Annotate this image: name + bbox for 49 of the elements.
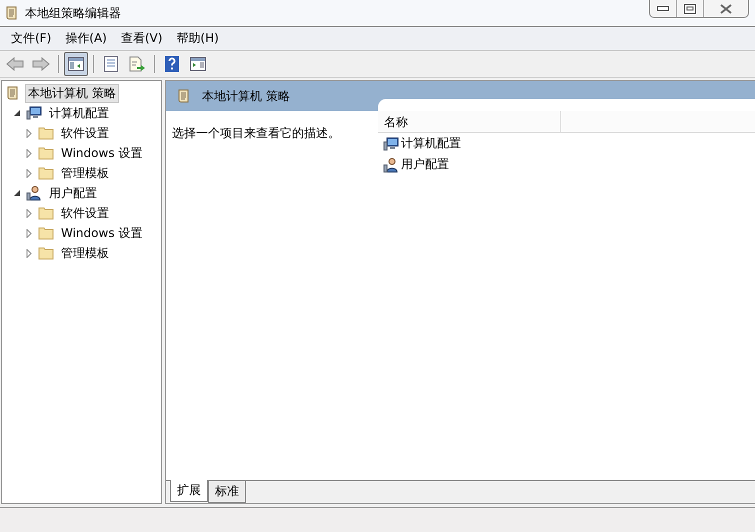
tree-item[interactable]: 软件设置 (58, 124, 112, 142)
tree-item[interactable]: 软件设置 (58, 204, 112, 222)
minimize-icon (657, 6, 669, 12)
close-icon (720, 4, 732, 14)
menu-item[interactable]: 查看(V) (114, 30, 170, 47)
window-title: 本地组策略编辑器 (25, 4, 121, 22)
panes-icon (190, 57, 206, 71)
back-arrow-icon (6, 57, 24, 71)
maximize-icon (684, 4, 696, 14)
expand-arrow-icon[interactable] (25, 148, 34, 158)
menu-item[interactable]: 操作(A) (58, 30, 114, 47)
tree-item[interactable]: 管理模板 (58, 164, 112, 182)
expand-arrow-icon[interactable] (25, 228, 34, 238)
expand-arrow-icon[interactable] (25, 128, 34, 138)
header-title: 本地计算机 策略 (202, 88, 290, 104)
forward-arrow-icon (32, 57, 50, 71)
computer-icon (26, 105, 42, 121)
tree-toggle-button[interactable] (64, 52, 88, 76)
folder-icon (38, 165, 54, 181)
export-icon (129, 56, 145, 72)
tab[interactable]: 扩展 (170, 480, 208, 502)
user-icon (383, 156, 399, 172)
tree-item[interactable]: 管理模板 (58, 244, 112, 262)
collapse-arrow-icon[interactable] (13, 188, 22, 198)
description-text: 选择一个项目来查看它的描述。 (172, 126, 340, 140)
tree-item[interactable]: Windows 设置 (58, 144, 146, 162)
document-icon (104, 56, 118, 72)
menu-item[interactable]: 帮助(H) (169, 30, 226, 47)
tab[interactable]: 标准 (208, 481, 246, 503)
user-icon (26, 185, 42, 201)
panes-icon (68, 57, 84, 71)
help-icon (165, 56, 179, 72)
folder-icon (38, 245, 54, 261)
expand-arrow-icon[interactable] (25, 248, 34, 258)
expand-arrow-icon[interactable] (25, 168, 34, 178)
computer-icon (383, 136, 399, 152)
tree-item[interactable]: 用户配置 (46, 184, 100, 202)
list-item[interactable]: 用户配置 (401, 156, 449, 173)
tree-item[interactable]: 本地计算机 策略 (25, 84, 119, 102)
menu-item[interactable]: 文件(F) (4, 30, 58, 47)
expand-arrow-icon[interactable] (25, 208, 34, 218)
list-item[interactable]: 计算机配置 (401, 135, 461, 152)
tree-item[interactable]: 计算机配置 (46, 104, 112, 122)
folder-icon (38, 145, 54, 161)
folder-icon (38, 125, 54, 141)
tree-item[interactable]: Windows 设置 (58, 224, 146, 242)
folder-icon (38, 205, 54, 221)
collapse-arrow-icon[interactable] (13, 108, 22, 118)
folder-icon (38, 225, 54, 241)
